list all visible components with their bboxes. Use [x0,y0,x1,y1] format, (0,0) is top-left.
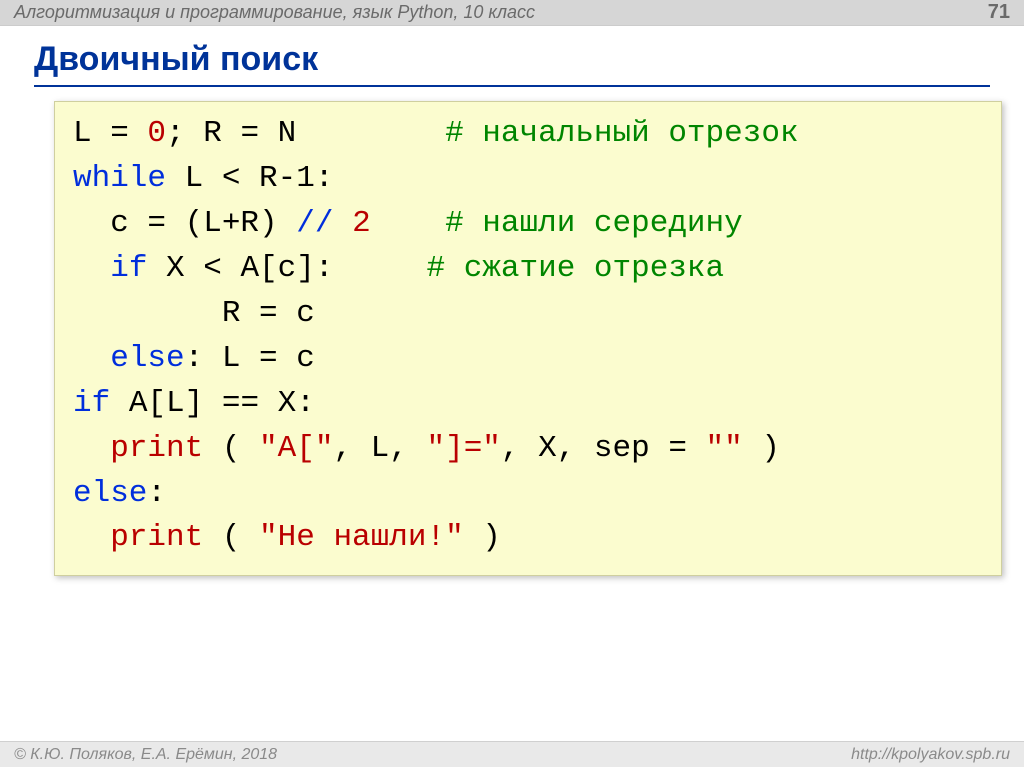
topbar: Алгоритмизация и программирование, язык … [0,0,1024,26]
code-block: L = 0; R = N # начальный отрезок while L… [54,101,1002,576]
code-function: print [110,520,203,555]
code-text: = [650,431,706,466]
footer: © К.Ю. Поляков, Е.А. Ерёмин, 2018 http:/… [0,741,1024,767]
code-text [73,431,110,466]
code-text: , L, [333,431,426,466]
code-text: : L [185,341,241,376]
code-text: ) [464,520,501,555]
code-number: 2 [352,206,371,241]
code-text: = [92,116,148,151]
code-text: ; R [166,116,222,151]
page-title: Двоичный поиск [34,40,990,79]
code-text: X: [278,386,315,421]
slide: Алгоритмизация и программирование, язык … [0,0,1024,767]
code-text: R [73,296,240,331]
code-text [73,341,110,376]
code-keyword: if [110,251,147,286]
code-keyword: else [110,341,184,376]
code-comment: # сжатие отрезка [426,251,724,286]
page-number: 71 [988,1,1010,24]
code-text [73,520,110,555]
code-keyword: else [73,476,147,511]
code-text: c [296,296,315,331]
code-text: , X, sep [501,431,650,466]
code-text: L [73,116,92,151]
code-string: "]=" [426,431,500,466]
code-text: = [240,296,296,331]
code-text: N [278,116,445,151]
code-string: "Не нашли!" [259,520,464,555]
code-string: "" [706,431,743,466]
code-function: print [110,431,203,466]
code-text: c [73,206,129,241]
code-text: = [222,116,278,151]
code-text: c [296,341,315,376]
title-underline [34,85,990,87]
code-text: X < A[c]: [147,251,426,286]
code-text: (L+R) [185,206,278,241]
code-operator: // [278,206,352,241]
code-keyword: if [73,386,110,421]
footer-url: http://kpolyakov.spb.ru [851,746,1010,764]
code-text: ) [743,431,780,466]
code-text: == [203,386,277,421]
code-text [73,251,110,286]
code-text [371,206,445,241]
code-text: L < R-1: [166,161,333,196]
footer-copyright: © К.Ю. Поляков, Е.А. Ерёмин, 2018 [14,746,277,764]
code-string: "A[" [259,431,333,466]
breadcrumb: Алгоритмизация и программирование, язык … [14,2,535,23]
code-text: = [129,206,185,241]
code-text: : [147,476,166,511]
code-text: ( [203,520,259,555]
code-text: A[L] [110,386,203,421]
code-keyword: while [73,161,166,196]
code-comment: # нашли середину [445,206,743,241]
code-text: = [240,341,296,376]
code-comment: # начальный отрезок [445,116,798,151]
code-number: 0 [147,116,166,151]
title-area: Двоичный поиск [0,26,1024,97]
code-text: ( [203,431,259,466]
